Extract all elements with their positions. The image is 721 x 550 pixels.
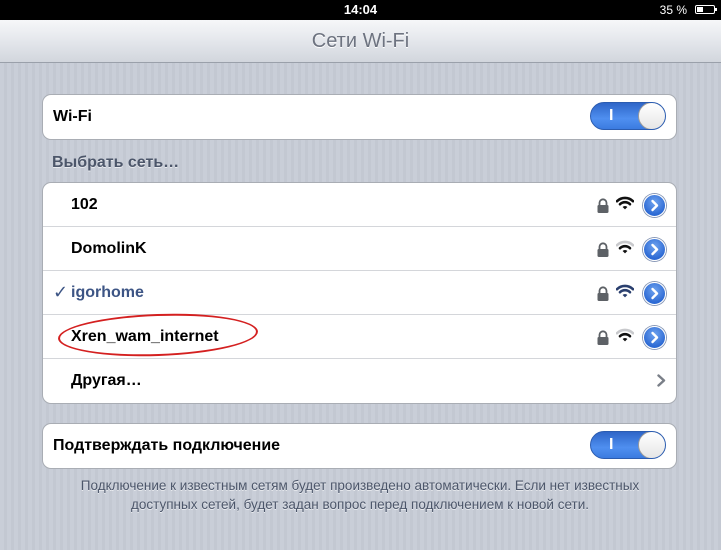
- wifi-row: Wi-Fi I: [43, 95, 676, 139]
- detail-disclosure-icon: [651, 243, 659, 256]
- ask-join-label: Подтверждать подключение: [53, 437, 281, 454]
- ask-join-toggle-switch[interactable]: I: [590, 431, 666, 459]
- network-row[interactable]: Xren_wam_internet: [43, 315, 676, 359]
- navigation-bar: Сети Wi-Fi: [0, 20, 721, 63]
- page-title: Сети Wi-Fi: [311, 30, 410, 52]
- footer-note: Подключение к известным сетям будет прои…: [80, 478, 640, 512]
- wifi-signal-icon: [616, 328, 634, 342]
- network-detail-button[interactable]: [643, 194, 666, 217]
- network-detail-button[interactable]: [643, 282, 666, 305]
- lock-icon: [597, 198, 609, 213]
- network-detail-button[interactable]: [643, 326, 666, 349]
- battery-percent: 35 %: [659, 3, 687, 17]
- network-row[interactable]: 102: [43, 183, 676, 227]
- network-name: 102: [71, 196, 98, 213]
- battery-level-fill: [697, 7, 703, 12]
- chevron-right-icon: [657, 374, 666, 387]
- detail-disclosure-icon: [651, 287, 659, 300]
- network-name: igorhome: [71, 284, 144, 301]
- ask-join-row: Подтверждать подключение I: [43, 424, 676, 468]
- toggle-knob[interactable]: [638, 432, 665, 458]
- wifi-signal-icon: [616, 240, 634, 254]
- detail-disclosure-icon: [651, 331, 659, 344]
- status-bar: 14:04 35 %: [0, 0, 721, 20]
- other-network-row[interactable]: Другая…: [43, 359, 676, 403]
- network-row[interactable]: DomolinK: [43, 227, 676, 271]
- lock-icon: [597, 330, 609, 345]
- ask-join-toggle-state-label: I: [609, 436, 614, 453]
- wifi-toggle-switch[interactable]: I: [590, 102, 666, 130]
- network-name: Xren_wam_internet: [71, 328, 219, 345]
- wifi-label: Wi-Fi: [53, 108, 92, 125]
- toggle-knob[interactable]: [638, 103, 665, 129]
- selected-checkmark: ✓: [53, 282, 69, 302]
- network-row[interactable]: ✓ igorhome: [43, 271, 676, 315]
- ask-join-group: Подтверждать подключение I: [42, 423, 677, 469]
- network-name: DomolinK: [71, 240, 147, 257]
- battery-icon: [695, 5, 717, 14]
- lock-icon: [597, 242, 609, 257]
- choose-network-header: Выбрать сеть…: [52, 154, 180, 171]
- detail-disclosure-icon: [651, 199, 659, 212]
- wifi-signal-icon: [616, 284, 634, 298]
- wifi-toggle-group: Wi-Fi I: [42, 94, 677, 140]
- other-network-label: Другая…: [71, 372, 142, 389]
- wifi-toggle-state-label: I: [609, 107, 614, 124]
- status-time: 14:04: [343, 2, 378, 17]
- network-list: 102 DomolinK ✓ igorhome Xren_wam_internet Др…: [42, 182, 677, 404]
- wifi-signal-icon: [616, 196, 634, 210]
- lock-icon: [597, 286, 609, 301]
- network-detail-button[interactable]: [643, 238, 666, 261]
